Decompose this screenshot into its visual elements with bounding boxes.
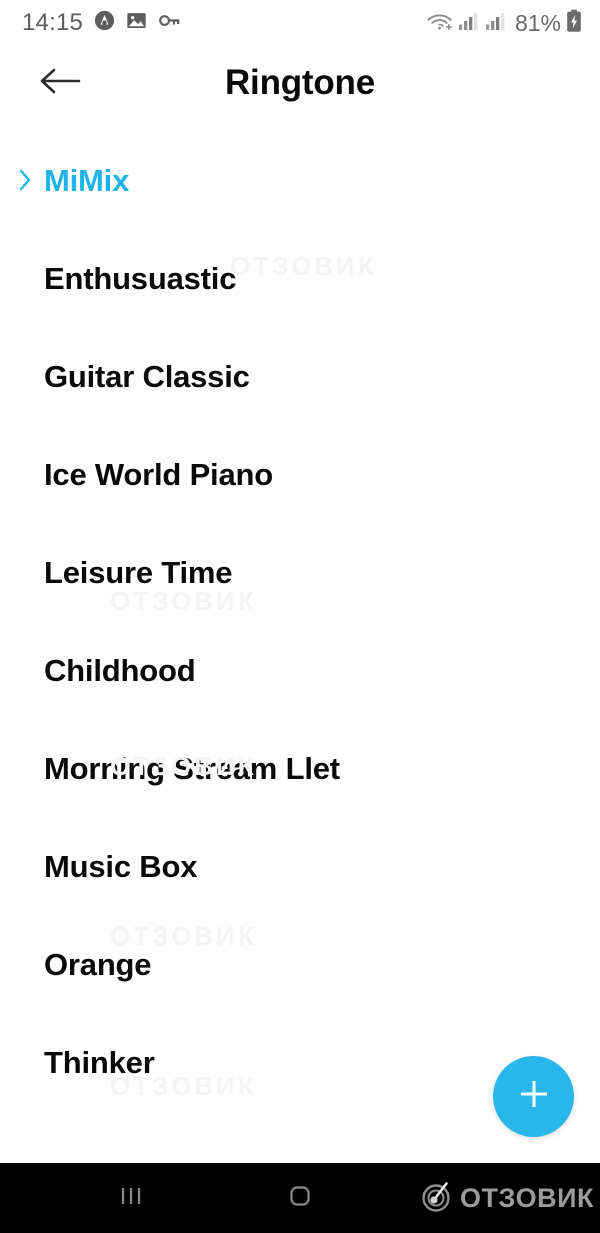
arrow-left-icon bbox=[38, 65, 82, 102]
list-item[interactable]: Guitar Classic bbox=[0, 327, 600, 425]
home-button[interactable] bbox=[276, 1163, 324, 1233]
list-item-label: Orange bbox=[44, 946, 152, 982]
list-item-label: Thinker bbox=[44, 1044, 155, 1080]
ringtone-list[interactable]: ОТЗОВИК MiMix Enthusuastic Guitar Classi… bbox=[0, 131, 600, 1163]
status-bar-right: 81% bbox=[426, 9, 582, 38]
wifi-icon bbox=[426, 10, 453, 37]
list-item-label: Childhood bbox=[44, 652, 196, 688]
otzovik-watermark-text: ОТЗОВИК bbox=[460, 1182, 594, 1213]
list-item-label: Music Box bbox=[44, 848, 198, 884]
recents-icon bbox=[118, 1183, 144, 1214]
signal-sim2-icon bbox=[485, 10, 507, 37]
add-ringtone-fab[interactable] bbox=[493, 1056, 574, 1137]
list-item[interactable]: Childhood bbox=[0, 621, 600, 719]
list-item-label: Ice World Piano bbox=[44, 456, 273, 492]
page-title: Ringtone bbox=[224, 63, 376, 102]
signal-sim1-icon bbox=[458, 10, 480, 37]
battery-percent-label: 81% bbox=[514, 9, 561, 36]
list-item[interactable]: Ice World Piano bbox=[0, 425, 600, 523]
battery-charging-icon bbox=[566, 9, 582, 38]
list-group-label: MiMix bbox=[44, 162, 130, 198]
plus-icon bbox=[513, 1073, 555, 1120]
recents-button[interactable] bbox=[107, 1163, 155, 1233]
status-bar: 14:15 81% bbox=[0, 0, 600, 46]
gallery-image-icon bbox=[126, 10, 147, 36]
phone-screen: 14:15 81% Ringtone ОТЗОВИК MiMix Enthusu… bbox=[0, 0, 600, 1233]
otzovik-watermark: ОТЗОВИК bbox=[420, 1163, 594, 1233]
list-item-label: Leisure Time bbox=[44, 554, 233, 590]
list-item[interactable]: Orange bbox=[0, 915, 600, 1013]
list-item-label: Guitar Classic bbox=[44, 358, 250, 394]
home-icon bbox=[287, 1183, 313, 1214]
chevron-right-icon bbox=[16, 165, 34, 195]
otzovik-logo-icon bbox=[420, 1179, 454, 1218]
list-item[interactable]: Enthusuastic bbox=[0, 229, 600, 327]
list-item[interactable]: Morning Stream Llet bbox=[0, 719, 600, 817]
list-item[interactable]: Music Box bbox=[0, 817, 600, 915]
app-bar: Ringtone bbox=[0, 46, 600, 120]
list-item[interactable]: Leisure Time bbox=[0, 523, 600, 621]
list-group-mimix[interactable]: MiMix bbox=[0, 131, 600, 229]
status-clock: 14:15 bbox=[22, 9, 84, 36]
system-navigation-bar: ОТЗОВИК bbox=[0, 1163, 600, 1233]
back-button[interactable] bbox=[34, 60, 86, 106]
app-notification-icon bbox=[94, 10, 115, 36]
list-item-label: Morning Stream Llet bbox=[44, 750, 340, 786]
status-bar-left: 14:15 bbox=[22, 10, 181, 36]
vpn-key-icon bbox=[158, 10, 181, 36]
list-item-label: Enthusuastic bbox=[44, 260, 237, 296]
